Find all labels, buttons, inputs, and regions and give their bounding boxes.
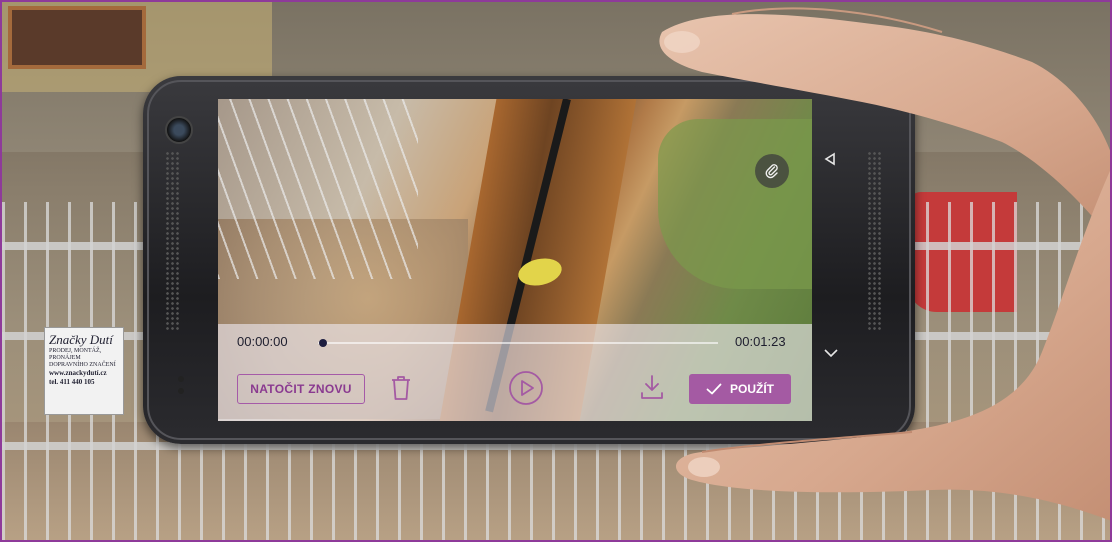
current-time: 00:00:00	[237, 334, 288, 349]
front-camera	[165, 116, 193, 144]
record-again-button[interactable]: NATOČIT ZNOVU	[237, 374, 365, 404]
delete-button[interactable]	[388, 372, 414, 404]
video-frame-fence	[218, 99, 418, 279]
progress-knob[interactable]	[319, 339, 327, 347]
speaker-grille-left	[165, 151, 179, 331]
sign-brand: Značky Dutí	[49, 332, 113, 347]
sign-line1: PRODEJ, MONTÁŽ, PRONÁJEM	[49, 347, 102, 361]
sensor-dot-1	[178, 376, 184, 382]
background-window	[8, 6, 146, 69]
play-icon	[509, 371, 543, 405]
background-sign: Značky Dutí PRODEJ, MONTÁŽ, PRONÁJEM DOP…	[44, 327, 124, 415]
sign-web: www.znackydutí.cz	[49, 369, 107, 378]
sensor-dot-2	[178, 388, 184, 394]
hand-holding-phone	[659, 7, 1110, 521]
trash-icon	[392, 376, 410, 400]
sign-phone: tel. 411 440 105	[49, 377, 95, 386]
play-button[interactable]	[508, 370, 544, 406]
screenshot-frame: Značky Dutí PRODEJ, MONTÁŽ, PRONÁJEM DOP…	[0, 0, 1112, 542]
sign-line2: DOPRAVNÍHO ZNAČENÍ	[49, 361, 116, 368]
